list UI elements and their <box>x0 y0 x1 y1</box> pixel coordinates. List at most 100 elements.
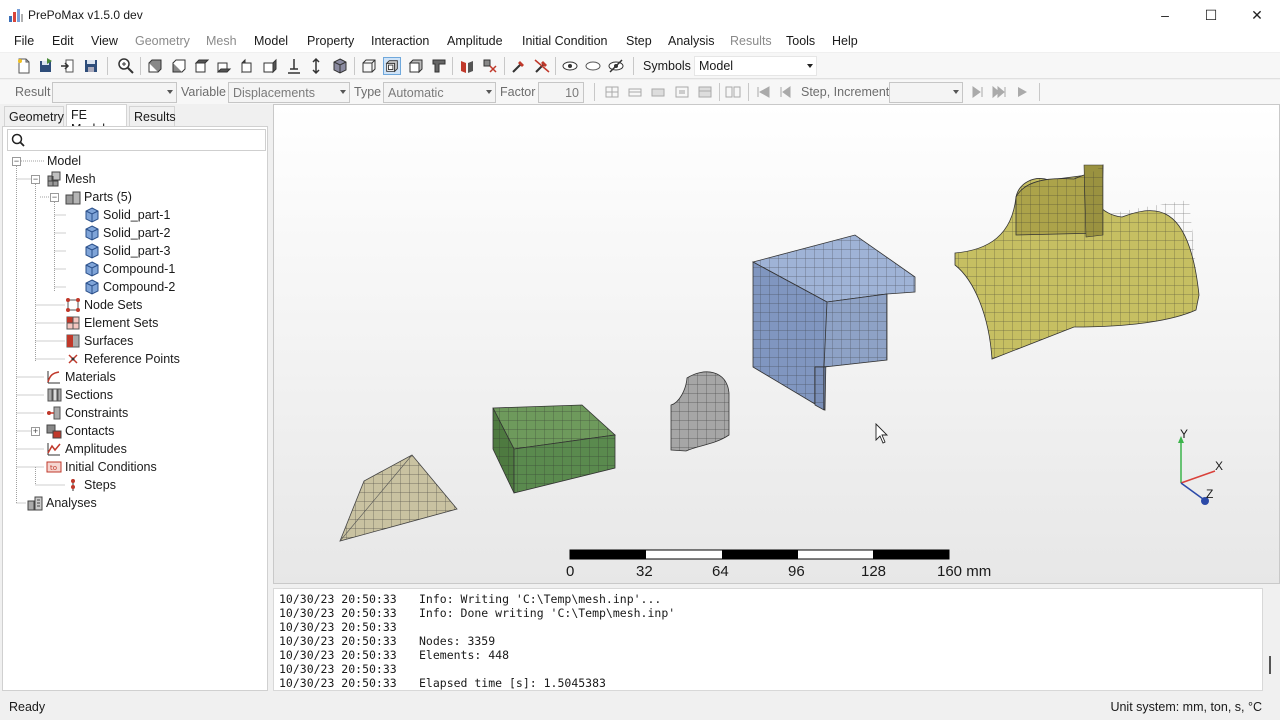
previous-increment-icon[interactable] <box>777 85 793 99</box>
mesh-icon <box>47 171 61 187</box>
collapse-mesh-toggle[interactable]: − <box>31 175 40 184</box>
initial-conditions-icon: to <box>46 461 62 473</box>
section-view-icon[interactable] <box>430 57 448 75</box>
hide-icon[interactable] <box>584 57 602 75</box>
status-bar: Ready Unit system: mm, ton, s, °C <box>0 694 1280 720</box>
sections-icon <box>47 388 62 402</box>
chevron-down-icon <box>340 90 346 94</box>
results-compare-icon[interactable] <box>725 85 741 99</box>
result-dropdown[interactable] <box>52 82 177 103</box>
explode-view-icon[interactable] <box>458 57 476 75</box>
menu-property[interactable]: Property <box>307 34 354 48</box>
menu-tools[interactable]: Tools <box>786 34 815 48</box>
play-animation-icon[interactable] <box>1014 85 1030 99</box>
collapse-model-toggle[interactable]: − <box>12 157 21 166</box>
symbols-dropdown[interactable]: Model <box>694 56 817 76</box>
close-button[interactable]: ✕ <box>1234 0 1280 30</box>
menu-step[interactable]: Step <box>626 34 652 48</box>
menu-analysis[interactable]: Analysis <box>668 34 715 48</box>
tab-fe-model[interactable]: FE Model <box>66 104 127 136</box>
view-isometric-icon[interactable] <box>331 57 349 75</box>
results-scale-icon[interactable] <box>674 85 690 99</box>
last-increment-icon[interactable] <box>991 85 1007 99</box>
step-increment-dropdown[interactable] <box>889 82 963 103</box>
wireframe-icon[interactable] <box>360 57 378 75</box>
menu-edit[interactable]: Edit <box>52 34 74 48</box>
part-cube-icon <box>85 207 99 223</box>
results-deformed-icon[interactable] <box>627 85 643 99</box>
part-cube-icon <box>85 261 99 277</box>
tree-item-label: Element Sets <box>84 316 159 330</box>
mesh-quality-icon[interactable] <box>481 57 499 75</box>
menu-view[interactable]: View <box>91 34 118 48</box>
toolbar-separator <box>748 83 749 101</box>
scale-label: 64 <box>712 563 729 580</box>
materials-icon <box>47 371 60 384</box>
minimize-button[interactable]: – <box>1142 0 1188 30</box>
menu-mesh[interactable]: Mesh <box>206 34 237 48</box>
show-only-icon[interactable] <box>607 57 625 75</box>
console-line: 10/30/23 20:50:33 <box>279 620 397 634</box>
menu-geometry[interactable]: Geometry <box>135 34 190 48</box>
console-scroll-thumb[interactable] <box>1269 656 1271 674</box>
menu-model[interactable]: Model <box>254 34 288 48</box>
symbols-label: Symbols <box>643 59 691 73</box>
type-dropdown[interactable]: Automatic <box>383 82 496 103</box>
save-icon[interactable] <box>82 57 100 75</box>
tree-item-label: Compound-1 <box>103 262 176 276</box>
tab-results[interactable]: Results <box>129 106 176 126</box>
zoom-icon[interactable] <box>117 57 135 75</box>
tree-item-label: Steps <box>84 478 116 492</box>
output-console[interactable]: 10/30/23 20:50:33 Info: Writing 'C:\Temp\… <box>273 588 1263 691</box>
expand-contacts-toggle[interactable]: + <box>31 427 40 436</box>
import-icon[interactable] <box>59 57 77 75</box>
results-edges-icon[interactable] <box>697 85 713 99</box>
factor-input[interactable]: 10 <box>538 82 584 103</box>
console-scrollbar[interactable] <box>1263 588 1280 691</box>
show-icon[interactable] <box>561 57 579 75</box>
view-normal-icon[interactable] <box>285 57 303 75</box>
first-increment-icon[interactable] <box>755 85 771 99</box>
node-sets-icon <box>66 298 80 312</box>
results-undeformed-icon[interactable] <box>604 85 620 99</box>
menu-file[interactable]: File <box>14 34 34 48</box>
mouse-cursor-icon <box>875 422 889 444</box>
toolbar-separator <box>354 57 355 75</box>
view-front-icon[interactable] <box>146 57 164 75</box>
view-back-icon[interactable] <box>170 57 188 75</box>
results-color-icon[interactable] <box>650 85 666 99</box>
shaded-with-edges-icon[interactable] <box>383 57 401 75</box>
view-top-icon[interactable] <box>193 57 211 75</box>
view-right-icon[interactable] <box>261 57 279 75</box>
shaded-icon[interactable] <box>407 57 425 75</box>
next-increment-icon[interactable] <box>970 85 986 99</box>
type-label: Type <box>354 85 382 99</box>
surfaces-icon <box>66 334 80 348</box>
menu-amplitude[interactable]: Amplitude <box>447 34 503 48</box>
menu-help[interactable]: Help <box>832 34 858 48</box>
tree-item-label: Amplitudes <box>65 442 127 456</box>
collapse-parts-toggle[interactable]: − <box>50 193 59 202</box>
tree-item-label: Solid_part-2 <box>103 226 171 240</box>
open-file-icon[interactable] <box>37 57 55 75</box>
menu-interaction[interactable]: Interaction <box>371 34 429 48</box>
pick-query-icon[interactable] <box>510 57 528 75</box>
view-left-icon[interactable] <box>239 57 257 75</box>
remove-annotation-icon[interactable] <box>533 57 551 75</box>
variable-value: Displacements <box>233 86 315 100</box>
parts-icon <box>65 191 81 205</box>
maximize-button[interactable]: ☐ <box>1188 0 1234 30</box>
new-file-icon[interactable] <box>15 57 33 75</box>
console-line: 10/30/23 20:50:33 Elements: 448 <box>279 648 510 662</box>
menu-initial-condition[interactable]: Initial Condition <box>522 34 607 48</box>
tree-item-label: Contacts <box>65 424 115 438</box>
tab-geometry[interactable]: Geometry <box>4 106 64 126</box>
menu-results[interactable]: Results <box>730 34 772 48</box>
view-vertical-icon[interactable] <box>307 57 325 75</box>
graphics-viewport[interactable]: 0 32 64 96 128 160 mm Y X Z <box>273 104 1280 584</box>
tree-item-label: Node Sets <box>84 298 143 312</box>
variable-dropdown[interactable]: Displacements <box>228 82 350 103</box>
view-bottom-icon[interactable] <box>215 57 233 75</box>
unit-system-text: Unit system: mm, ton, s, °C <box>1110 700 1262 714</box>
mesh-part-tee <box>954 164 1200 360</box>
